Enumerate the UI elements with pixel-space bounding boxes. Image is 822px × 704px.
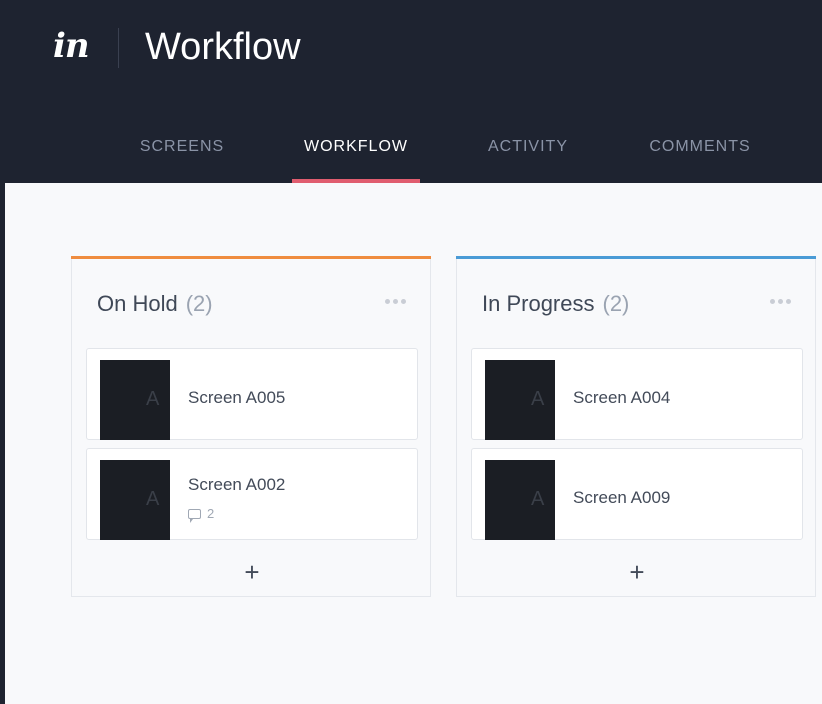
screen-card[interactable]: A Screen A004: [471, 348, 803, 440]
comment-count-value: 2: [207, 506, 215, 521]
column-accent-bar: [456, 256, 816, 259]
add-screen-button[interactable]: +: [237, 558, 267, 588]
screen-card-title[interactable]: Screen A004: [573, 388, 670, 408]
tab-activity[interactable]: ACTIVITY: [474, 137, 582, 183]
screen-thumbnail: A: [485, 360, 555, 440]
tab-comments[interactable]: COMMENTS: [633, 137, 767, 183]
column-count: (2): [602, 291, 630, 316]
column-count: (2): [185, 291, 213, 316]
column-accent-bar: [71, 256, 431, 259]
column-title-text: On Hold: [97, 291, 178, 316]
screen-card-title[interactable]: Screen A009: [573, 488, 670, 508]
page-title: Workflow: [145, 26, 301, 68]
header-divider: [118, 28, 119, 68]
more-options-icon[interactable]: [770, 299, 791, 304]
thumbnail-label: A: [531, 388, 545, 410]
screen-thumbnail: A: [100, 360, 170, 440]
screen-thumbnail: A: [100, 460, 170, 540]
tab-workflow[interactable]: WORKFLOW: [292, 137, 420, 183]
screen-thumbnail: A: [485, 460, 555, 540]
comment-icon: [188, 508, 201, 523]
column-title-text: In Progress: [482, 291, 595, 316]
screen-card[interactable]: A Screen A009: [471, 448, 803, 540]
comment-count: 2: [188, 506, 215, 523]
tab-screens[interactable]: SCREENS: [128, 137, 236, 183]
column-title: On Hold (2): [97, 290, 213, 318]
app-header: in Workflow SCREENS WORKFLOW ACTIVITY CO…: [0, 0, 822, 183]
thumbnail-label: A: [146, 488, 160, 510]
thumbnail-label: A: [531, 488, 545, 510]
add-screen-button[interactable]: +: [622, 558, 652, 588]
screen-card-title[interactable]: Screen A005: [188, 388, 285, 408]
screen-card[interactable]: A Screen A005: [86, 348, 418, 440]
column-title: In Progress (2): [482, 290, 629, 318]
workflow-column-in-progress: In Progress (2) A Screen A004 A Screen A0…: [456, 256, 816, 597]
workflow-column-on-hold: On Hold (2) A Screen A005 A Screen A002 2…: [71, 256, 431, 597]
screen-card-title[interactable]: Screen A002: [188, 475, 285, 495]
screen-card[interactable]: A Screen A002 2: [86, 448, 418, 540]
thumbnail-label: A: [146, 388, 160, 410]
invision-logo[interactable]: in: [53, 26, 90, 66]
more-options-icon[interactable]: [385, 299, 406, 304]
